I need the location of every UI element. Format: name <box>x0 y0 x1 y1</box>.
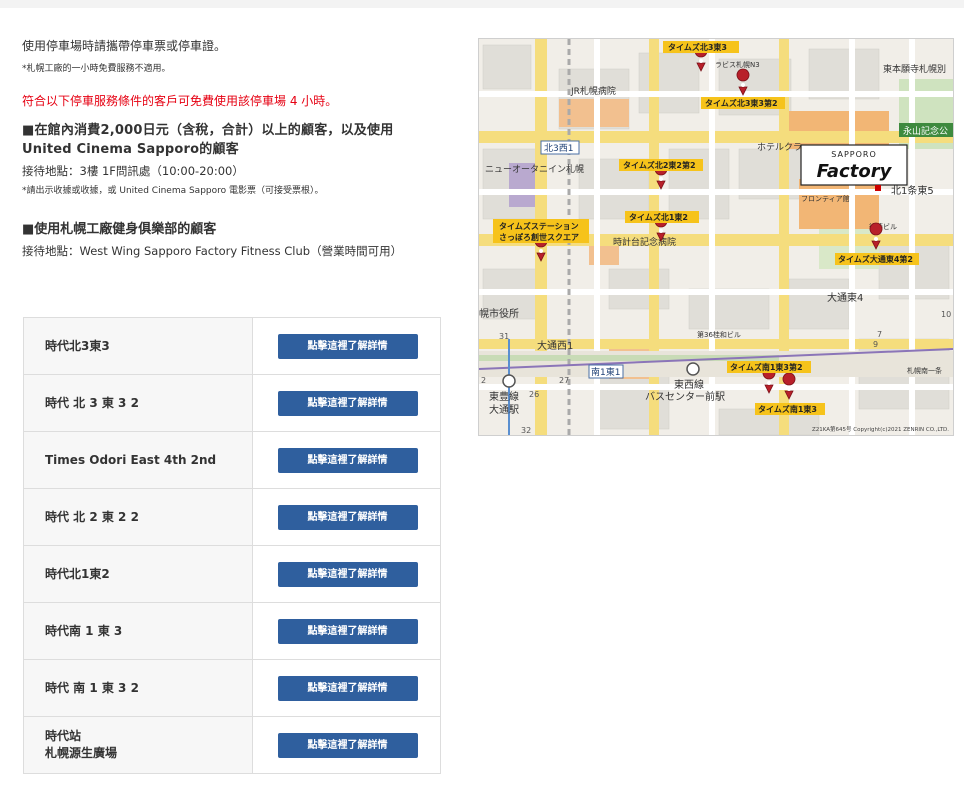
parking-table: 時代北3東3 點擊這裡了解詳情 時代 北 3 東 3 2 點擊這裡了解詳情 Ti… <box>23 317 441 774</box>
parking-name: 時代南 1 東 3 <box>23 602 253 660</box>
free-parking-notice: 符合以下停車服務條件的客戶可免費使用該停車場 4 小時。 <box>22 94 338 108</box>
intro-text: 使用停車場時請攜帶停車票或停車證。 <box>22 39 227 53</box>
area-map[interactable]: JR札幌病院 ニューオータニイン札幌 時計台記念病院 ホテルクラ フロンティア館… <box>478 38 954 436</box>
parking-callout[interactable]: タイムズ大通東4第2 <box>838 254 913 264</box>
table-row: 時代站 札幌源生廣場 點擊這裡了解詳情 <box>23 716 441 774</box>
condition-1-title: ■在館內消費2,000日元（含稅，合計）以上的顧客，以及使用United Cin… <box>22 123 394 157</box>
map-label: 大通駅 <box>489 403 519 416</box>
parking-name: 時代北3東3 <box>23 317 253 375</box>
parking-name: 時代 北 3 東 3 2 <box>23 374 253 432</box>
logo-main-text: Factory <box>817 161 893 182</box>
parking-callout-line2: さっぽろ創世スクエア <box>499 232 579 242</box>
details-button[interactable]: 點擊這裡了解詳情 <box>277 675 418 701</box>
map-label: ニューオータニイン札幌 <box>485 163 584 175</box>
map-label: フロンティア館 <box>801 194 850 203</box>
map-label: 東豊線 <box>489 390 519 403</box>
route-number: 7 <box>877 330 882 339</box>
map-label: 時計台記念病院 <box>613 236 676 248</box>
route-number: 32 <box>521 426 531 435</box>
parking-name: 時代 北 2 東 2 2 <box>23 488 253 546</box>
map-label: 第36桂和ビル <box>697 330 741 339</box>
condition-2-reception: 接待地點：West Wing Sapporo Factory Fitness C… <box>22 244 403 258</box>
map-label: バスセンター前駅 <box>645 390 725 403</box>
parking-name: 時代站 札幌源生廣場 <box>23 716 253 774</box>
parking-info: 使用停車場時請攜帶停車票或停車證。 *札幌工廠的一小時免費服務不適用。 符合以下… <box>22 38 442 259</box>
table-row: 時代北3東3 點擊這裡了解詳情 <box>23 317 441 375</box>
details-button[interactable]: 點擊這裡了解詳情 <box>277 390 418 416</box>
route-number: 10 <box>941 310 951 319</box>
table-row: 時代 北 3 東 3 2 點擊這裡了解詳情 <box>23 374 441 432</box>
route-number: 27 <box>559 376 569 385</box>
logo-top-text: SAPPORO <box>831 150 877 159</box>
details-button[interactable]: 點擊這裡了解詳情 <box>277 561 418 587</box>
station-icon <box>502 374 516 388</box>
map-label: 北3西1 <box>544 143 573 154</box>
map-label: ホテルクラ <box>757 142 802 153</box>
parking-callout[interactable]: タイムズ北1東2 <box>629 212 688 222</box>
parking-callout[interactable]: タイムズ北3東3第2 <box>705 98 778 108</box>
condition-1-note: *請出示收據或收據，或 United Cinema Sapporo 電影票（可接… <box>22 186 324 196</box>
map-label: 札幌南一条 <box>907 366 942 375</box>
intro-note: *札幌工廠的一小時免費服務不適用。 <box>22 64 171 74</box>
details-button[interactable]: 點擊這裡了解詳情 <box>277 333 418 359</box>
table-row: 時代南 1 東 3 點擊這裡了解詳情 <box>23 602 441 660</box>
map-label: 幌市役所 <box>479 307 519 320</box>
details-button[interactable]: 點擊這裡了解詳情 <box>277 447 418 473</box>
map-label: 南1東1 <box>591 366 620 378</box>
route-number: 2 <box>481 376 486 385</box>
map-label: 永山記念公 <box>903 125 948 137</box>
map-label: 北1条東5 <box>891 184 934 197</box>
parking-callout[interactable]: タイムズ南1東3 <box>758 404 817 414</box>
map-label: 大通東4 <box>827 291 863 304</box>
map-label: 大通西1 <box>537 339 573 352</box>
station-icon <box>686 362 700 376</box>
details-button[interactable]: 點擊這裡了解詳情 <box>277 618 418 644</box>
parking-name: Times Odori East 4th 2nd <box>23 431 253 489</box>
table-row: 時代 北 2 東 2 2 點擊這裡了解詳情 <box>23 488 441 546</box>
details-button[interactable]: 點擊這裡了解詳情 <box>277 504 418 530</box>
table-row: 時代北1東2 點擊這裡了解詳情 <box>23 545 441 603</box>
route-number: 9 <box>873 340 878 349</box>
route-number: 31 <box>499 332 509 341</box>
map-label: 東西線 <box>674 378 704 391</box>
table-row: 時代 南 1 東 3 2 點擊這裡了解詳情 <box>23 659 441 717</box>
parking-callout[interactable]: タイムズステーション <box>499 221 579 231</box>
parking-name: 時代北1東2 <box>23 545 253 603</box>
top-strip <box>0 0 964 8</box>
condition-2-title: ■使用札幌工廠健身俱樂部的顧客 <box>22 222 217 237</box>
parking-callout[interactable]: タイムズ南1東3第2 <box>730 362 803 372</box>
map-label: 東本願寺札幌別 <box>883 63 946 75</box>
parking-name: 時代 南 1 東 3 2 <box>23 659 253 717</box>
route-number: 26 <box>529 390 539 399</box>
map-copyright: Z21KA第645号 Copyright(c)2021 ZENRIN CO.,L… <box>812 425 949 433</box>
condition-1-reception: 接待地點：3樓 1F問訊處（10:00-20:00） <box>22 164 244 178</box>
map-label: JR札幌病院 <box>570 85 616 97</box>
details-button[interactable]: 點擊這裡了解詳情 <box>277 732 418 758</box>
parking-callout[interactable]: タイムズ北3東3 <box>668 42 727 52</box>
table-row: Times Odori East 4th 2nd 點擊這裡了解詳情 <box>23 431 441 489</box>
map-label: ラビス札幌N3 <box>715 60 760 69</box>
parking-callout[interactable]: タイムズ北2東2第2 <box>623 160 696 170</box>
